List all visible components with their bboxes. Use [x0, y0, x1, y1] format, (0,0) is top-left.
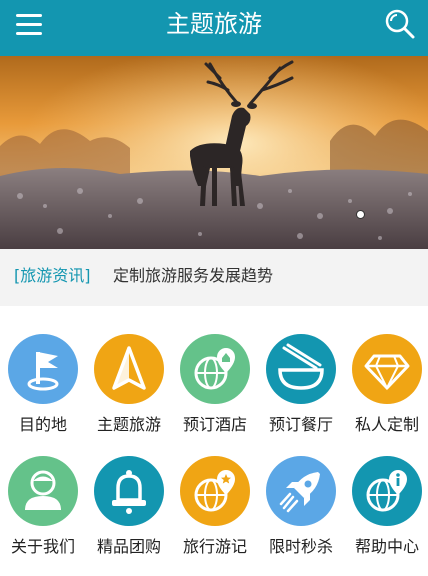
banner-carousel[interactable] [0, 56, 428, 249]
navigation-arrow-icon [94, 334, 164, 404]
search-icon[interactable] [382, 6, 418, 42]
news-tag[interactable]: [旅游资讯] [14, 265, 91, 287]
grid-label: 预订酒店 [182, 415, 247, 434]
flag-pin-icon [8, 334, 78, 404]
diamond-icon [352, 334, 422, 404]
grid-item-about-us[interactable]: 关于我们 [0, 456, 86, 576]
news-ticker: [旅游资讯] 定制旅游服务发展趋势 [0, 249, 428, 306]
grid-label: 限时秒杀 [268, 537, 333, 556]
globe-pin-hotel-icon [180, 334, 250, 404]
grid-item-book-hotel[interactable]: 预订酒店 [172, 334, 258, 454]
grid-item-flash-sale[interactable]: 限时秒杀 [258, 456, 344, 576]
carousel-dot-active[interactable] [356, 210, 365, 219]
grid-item-theme-travel[interactable]: 主题旅游 [86, 334, 172, 454]
grid-item-help-center[interactable]: 帮助中心 [344, 456, 428, 576]
grid-label: 目的地 [18, 415, 67, 434]
bell-icon [94, 456, 164, 526]
grid-item-destination[interactable]: 目的地 [0, 334, 86, 454]
bowl-chopsticks-icon [266, 334, 336, 404]
grid-label: 帮助中心 [354, 537, 419, 556]
grid-label: 精品团购 [96, 537, 161, 556]
globe-info-icon [352, 456, 422, 526]
grid-item-private-custom[interactable]: 私人定制 [344, 334, 428, 454]
banner-image [0, 56, 428, 249]
grid-label: 预订餐厅 [268, 415, 333, 434]
news-headline[interactable]: 定制旅游服务发展趋势 [113, 265, 273, 287]
grid-item-travel-notes[interactable]: 旅行游记 [172, 456, 258, 576]
grid-label: 主题旅游 [96, 415, 161, 434]
grid-label: 私人定制 [354, 415, 419, 434]
grid-label: 关于我们 [10, 537, 75, 556]
globe-pin-star-icon [180, 456, 250, 526]
app-header: 主题旅游 [0, 0, 428, 56]
rocket-icon [266, 456, 336, 526]
person-icon [8, 456, 78, 526]
grid-label: 旅行游记 [182, 537, 247, 556]
page-title: 主题旅游 [166, 10, 262, 38]
grid-item-book-restaurant[interactable]: 预订餐厅 [258, 334, 344, 454]
grid-item-group-buy[interactable]: 精品团购 [86, 456, 172, 576]
